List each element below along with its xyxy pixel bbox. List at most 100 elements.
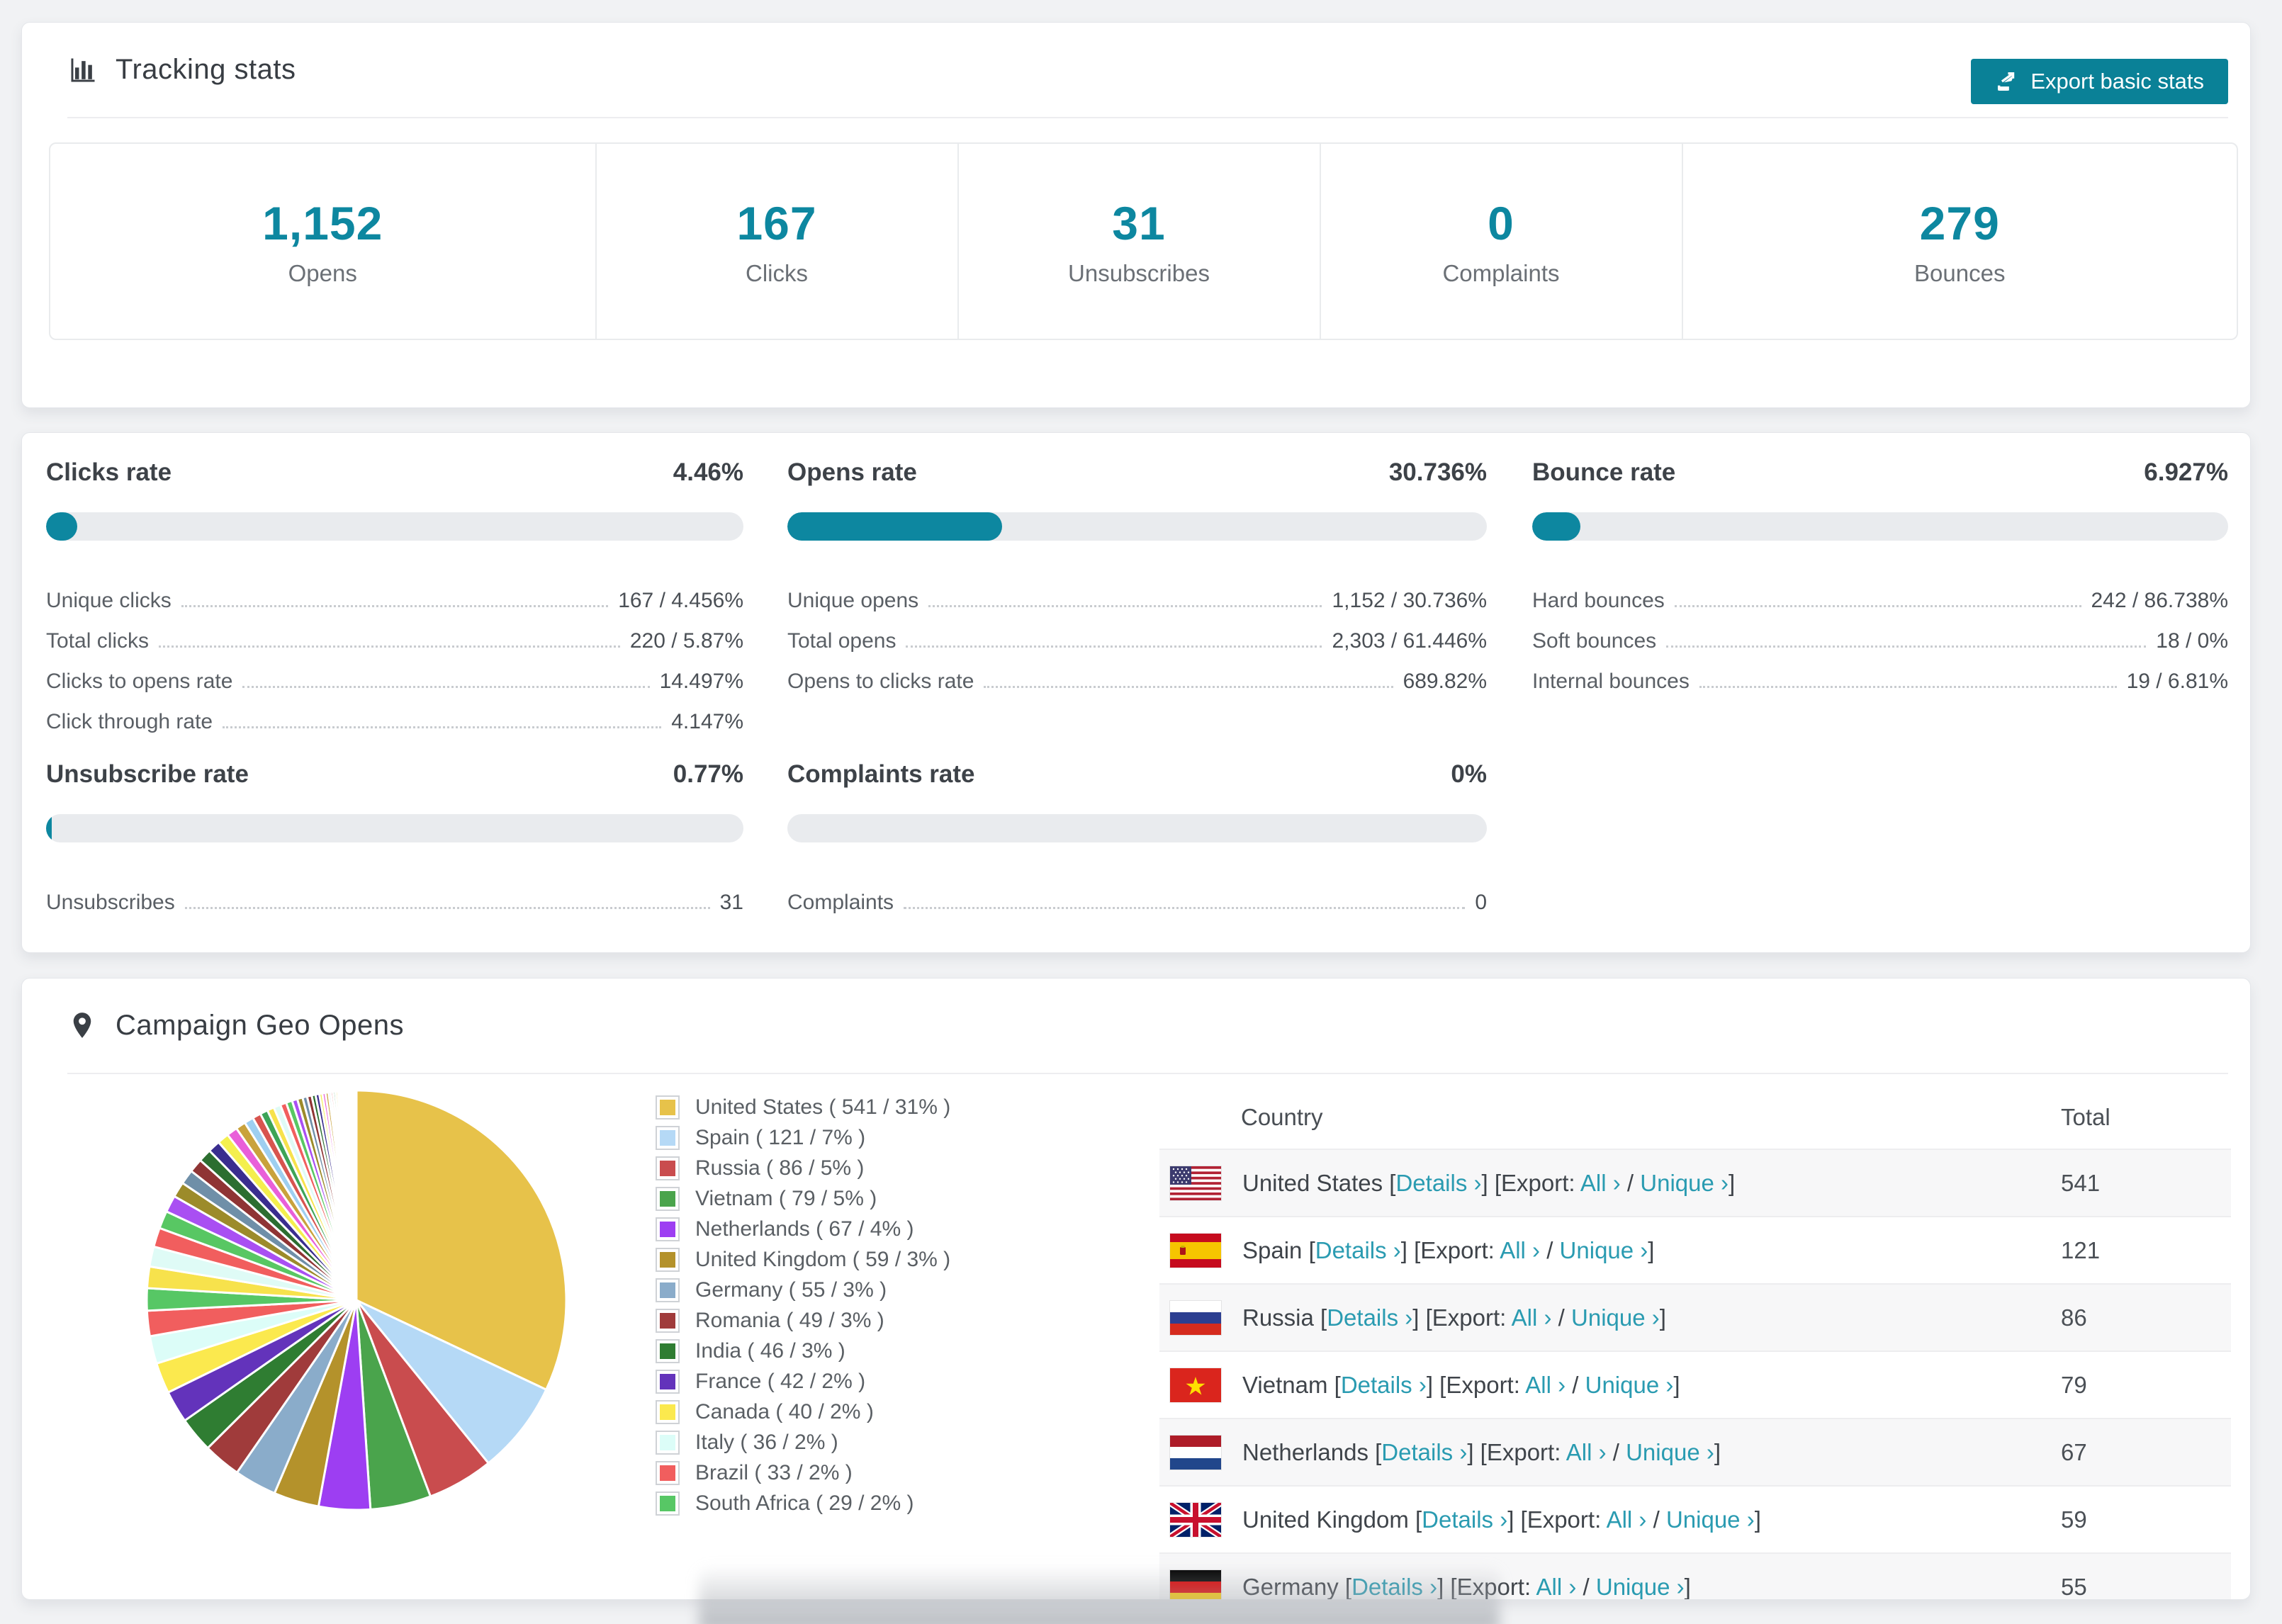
export-unique-link[interactable]: Unique › bbox=[1560, 1237, 1648, 1263]
detail-row: Soft bounces 18 / 0% bbox=[1532, 617, 2228, 658]
export-all-link[interactable]: All › bbox=[1500, 1237, 1540, 1263]
export-unique-link[interactable]: Unique › bbox=[1640, 1170, 1729, 1196]
progress-bar-fill bbox=[787, 512, 1003, 541]
panel-head: Opens rate 30.736% bbox=[787, 458, 1487, 497]
panel-head: Clicks rate 4.46% bbox=[46, 458, 743, 497]
country-total: 67 bbox=[2061, 1438, 2087, 1465]
legend-item-romania: Romania ( 49 / 3% ) bbox=[656, 1305, 950, 1336]
panel-rate-value: 6.927% bbox=[2144, 458, 2228, 486]
total-column-header: Total bbox=[2061, 1104, 2110, 1130]
country-total: 59 bbox=[2061, 1506, 2087, 1533]
bottom-scroll-shadow bbox=[699, 1567, 1500, 1624]
panel-rate-value: 0.77% bbox=[673, 760, 743, 788]
tracking-stats-card: Tracking stats Export basic stats 1,152 … bbox=[21, 22, 2251, 408]
export-all-link[interactable]: All › bbox=[1536, 1574, 1577, 1600]
detail-row: Total clicks 220 / 5.87% bbox=[46, 617, 743, 658]
detail-value: 220 / 5.87% bbox=[629, 629, 743, 653]
legend-label: Vietnam ( 79 / 5% ) bbox=[695, 1186, 877, 1210]
detail-label: Clicks to opens rate bbox=[46, 670, 233, 693]
export-all-link[interactable]: All › bbox=[1512, 1304, 1552, 1331]
panel-title: Opens rate bbox=[787, 458, 917, 486]
stat-cell-complaints: 0 Complaints bbox=[1321, 144, 1683, 339]
legend-color-swatch bbox=[656, 1186, 680, 1211]
country-total: 55 bbox=[2061, 1573, 2087, 1600]
country-name: Russia bbox=[1242, 1304, 1314, 1331]
geo-title: Campaign Geo Opens bbox=[116, 1010, 405, 1041]
dotted-leader bbox=[181, 605, 609, 607]
legend-item-united-states: United States ( 541 / 31% ) bbox=[656, 1092, 950, 1122]
progress-bar-track bbox=[787, 512, 1487, 541]
export-unique-link[interactable]: Unique › bbox=[1596, 1574, 1685, 1600]
export-all-link[interactable]: All › bbox=[1580, 1170, 1621, 1196]
country-row-vn: Vietnam [Details ›] [Export: All › / Uni… bbox=[1159, 1350, 2231, 1418]
stat-value: 31 bbox=[1112, 196, 1166, 249]
detail-value: 1,152 / 30.736% bbox=[1332, 589, 1487, 612]
detail-row: Opens to clicks rate 689.82% bbox=[787, 658, 1487, 698]
legend-item-italy: Italy ( 36 / 2% ) bbox=[656, 1427, 950, 1457]
country-total: 541 bbox=[2061, 1169, 2101, 1196]
country-total: 79 bbox=[2061, 1371, 2087, 1398]
details-link[interactable]: Details › bbox=[1327, 1304, 1412, 1331]
export-unique-link[interactable]: Unique › bbox=[1626, 1439, 1714, 1465]
detail-row: Unique clicks 167 / 4.456% bbox=[46, 577, 743, 617]
legend-color-swatch bbox=[656, 1338, 680, 1363]
detail-value: 18 / 0% bbox=[2156, 629, 2228, 653]
legend-label: Russia ( 86 / 5% ) bbox=[695, 1156, 865, 1180]
progress-bar-track bbox=[46, 512, 743, 541]
export-all-link[interactable]: All › bbox=[1566, 1439, 1607, 1465]
details-link[interactable]: Details › bbox=[1422, 1506, 1507, 1533]
export-unique-link[interactable]: Unique › bbox=[1571, 1304, 1660, 1331]
stat-cell-opens: 1,152 Opens bbox=[50, 144, 597, 339]
legend-color-swatch bbox=[656, 1491, 680, 1516]
details-link[interactable]: Details › bbox=[1315, 1237, 1401, 1263]
complaints-rate-panel: Complaints rate 0% Complaints 0 bbox=[787, 760, 1487, 919]
legend-label: France ( 42 / 2% ) bbox=[695, 1369, 866, 1393]
stat-value: 0 bbox=[1488, 196, 1514, 249]
geo-header: Campaign Geo Opens bbox=[67, 979, 404, 1073]
stat-value: 1,152 bbox=[262, 196, 383, 249]
stat-label: Clicks bbox=[746, 259, 808, 286]
progress-bar-track bbox=[46, 814, 743, 842]
panel-rate-value: 30.736% bbox=[1388, 458, 1487, 486]
detail-label: Hard bounces bbox=[1532, 589, 1665, 612]
pie-legend: United States ( 541 / 31% ) Spain ( 121 … bbox=[656, 1092, 950, 1518]
dotted-leader bbox=[242, 686, 650, 688]
details-link[interactable]: Details › bbox=[1341, 1372, 1427, 1398]
export-unique-link[interactable]: Unique › bbox=[1585, 1372, 1674, 1398]
panel-rate-value: 4.46% bbox=[673, 458, 743, 486]
detail-value: 167 / 4.456% bbox=[618, 589, 743, 612]
legend-label: Spain ( 121 / 7% ) bbox=[695, 1125, 866, 1149]
stat-value: 167 bbox=[736, 196, 817, 249]
legend-color-swatch bbox=[656, 1308, 680, 1333]
legend-item-germany: Germany ( 55 / 3% ) bbox=[656, 1275, 950, 1305]
progress-bar-track bbox=[1532, 512, 2228, 541]
legend-item-france: France ( 42 / 2% ) bbox=[656, 1366, 950, 1397]
country-name: Vietnam bbox=[1242, 1371, 1328, 1398]
country-row-ru: Russia [Details ›] [Export: All › / Uniq… bbox=[1159, 1283, 2231, 1350]
ru-flag-icon bbox=[1170, 1300, 1221, 1335]
legend-label: United Kingdom ( 59 / 3% ) bbox=[695, 1247, 951, 1271]
campaign-geo-opens-card: Campaign Geo Opens United States ( 541 /… bbox=[21, 978, 2251, 1600]
geo-country-table: Country Total United States [Details ›] … bbox=[1159, 1086, 2231, 1600]
legend-label: India ( 46 / 3% ) bbox=[695, 1338, 845, 1363]
legend-item-netherlands: Netherlands ( 67 / 4% ) bbox=[656, 1214, 950, 1244]
bar-chart-icon bbox=[67, 55, 99, 86]
detail-value: 689.82% bbox=[1403, 670, 1487, 693]
detail-row: Click through rate 4.147% bbox=[46, 698, 743, 738]
export-unique-link[interactable]: Unique › bbox=[1666, 1506, 1755, 1533]
details-link[interactable]: Details › bbox=[1395, 1170, 1481, 1196]
dotted-leader bbox=[984, 686, 1393, 688]
detail-label: Unsubscribes bbox=[46, 891, 175, 914]
country-name: Netherlands bbox=[1242, 1438, 1368, 1465]
gb-flag-icon bbox=[1170, 1502, 1221, 1537]
dotted-leader bbox=[159, 645, 620, 648]
export-all-link[interactable]: All › bbox=[1607, 1506, 1647, 1533]
export-basic-stats-button[interactable]: Export basic stats bbox=[1971, 59, 2228, 104]
export-all-link[interactable]: All › bbox=[1525, 1372, 1566, 1398]
opens-rate-panel: Opens rate 30.736% Unique opens 1,152 / … bbox=[787, 458, 1487, 698]
detail-value: 4.147% bbox=[671, 710, 743, 733]
detail-label: Total clicks bbox=[46, 629, 150, 653]
dotted-leader bbox=[184, 907, 710, 909]
details-link[interactable]: Details › bbox=[1381, 1439, 1467, 1465]
stat-label: Unsubscribes bbox=[1068, 259, 1210, 286]
